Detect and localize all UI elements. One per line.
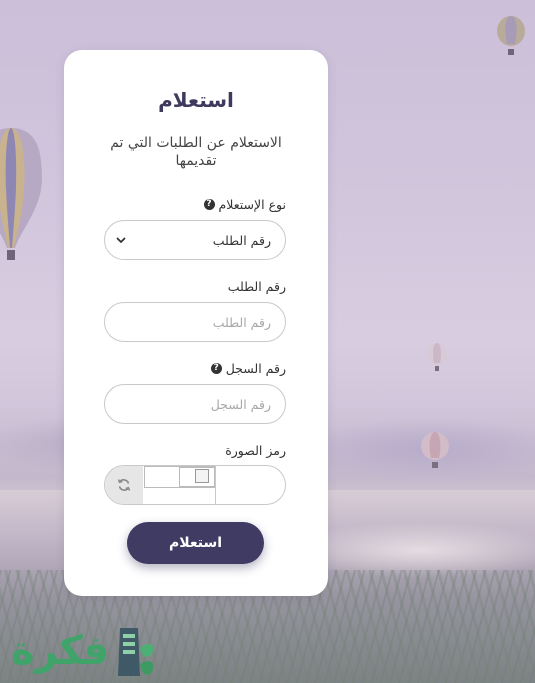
balloon-mid-right-image <box>427 343 447 371</box>
request-number-label-row: رقم الطلب <box>228 279 286 294</box>
refresh-icon <box>117 479 131 491</box>
record-number-placeholder: رقم السجل <box>210 396 271 412</box>
balloon-left-image <box>0 128 42 260</box>
captcha-label: رمز الصورة <box>225 443 286 458</box>
page-subtitle: الاستعلام عن الطلبات التي تم تقديمها <box>110 135 282 169</box>
request-number-label: رقم الطلب <box>227 279 286 294</box>
watermark-text: فكرة <box>11 628 109 674</box>
page-title: استعلام <box>158 88 234 112</box>
inquiry-type-select[interactable]: رقم الطلب <box>104 220 286 260</box>
balloon-top-right-image <box>497 16 525 55</box>
captcha-image <box>144 466 216 488</box>
inquiry-type-value: رقم الطلب <box>212 232 271 248</box>
help-icon[interactable]: ? <box>210 363 222 374</box>
broken-image-icon <box>195 469 209 483</box>
request-number-input[interactable]: رقم الطلب <box>104 302 286 342</box>
captcha-input[interactable] <box>215 466 285 504</box>
record-number-input[interactable]: رقم السجل <box>104 384 286 424</box>
record-number-label: رقم السجل <box>225 361 286 376</box>
captcha-refresh-button[interactable] <box>105 466 143 504</box>
captcha-group <box>104 465 286 505</box>
inquiry-type-label-row: نوع الإستعلام ? <box>203 197 286 212</box>
submit-button[interactable]: استعلام <box>127 522 264 564</box>
request-number-placeholder: رقم الطلب <box>212 314 271 330</box>
record-number-label-row: رقم السجل ? <box>210 361 286 376</box>
chevron-down-icon <box>116 237 126 243</box>
captcha-label-row: رمز الصورة <box>225 443 286 458</box>
inquiry-type-label: نوع الإستعلام <box>218 197 286 212</box>
balloon-low-right-image <box>421 432 449 468</box>
help-icon[interactable]: ? <box>203 199 215 210</box>
